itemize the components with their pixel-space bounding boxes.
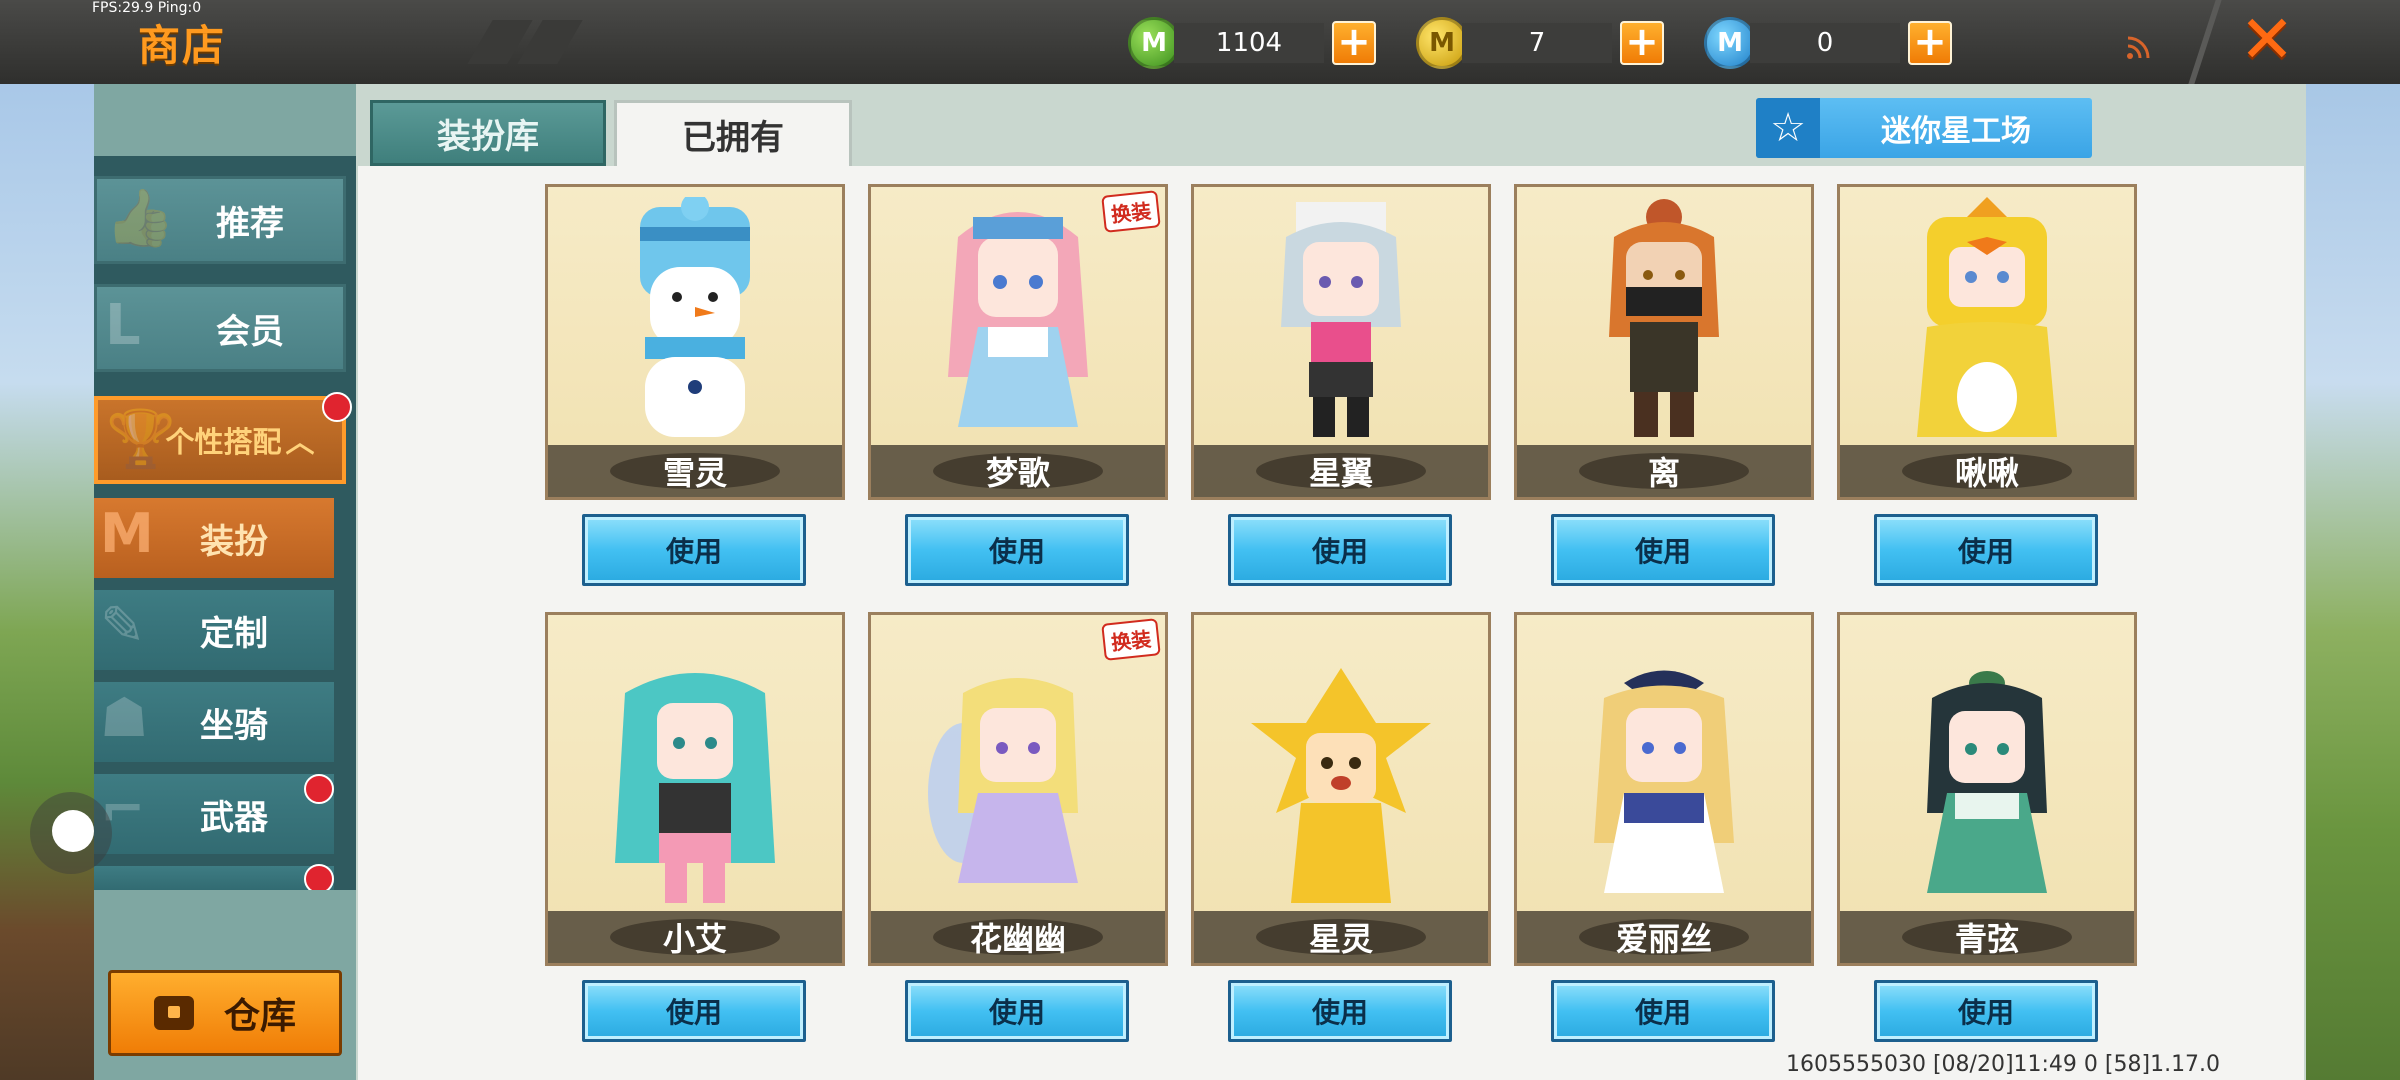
skin-card[interactable]: 星灵 [1191, 612, 1491, 966]
qing-xian-character-icon [1927, 671, 2047, 893]
member-l-icon: L [105, 293, 141, 358]
skin-card[interactable]: 啾啾 [1837, 184, 2137, 500]
sidebar-item-label: 武器 [200, 797, 268, 838]
skin-name: 小艾 [548, 911, 842, 963]
joystick-knob[interactable] [52, 810, 94, 852]
li-character-icon [1609, 199, 1719, 437]
skin-card[interactable]: 小艾 [545, 612, 845, 966]
skin-name: 爱丽丝 [1517, 911, 1811, 963]
sidebar-item-label: 个性搭配 [165, 425, 282, 459]
use-button[interactable]: 使用 [1228, 514, 1452, 586]
sidebar-subitem-weapon[interactable]: ⌐ 武器 [94, 774, 334, 854]
use-button[interactable]: 使用 [582, 514, 806, 586]
notification-dot [304, 774, 334, 804]
swap-outfit-badge: 换装 [1101, 618, 1161, 661]
skin-card[interactable]: 换装 花幽幽 [868, 612, 1168, 966]
flower-fairy-character-icon [928, 678, 1078, 883]
trophy-icon: 🏆 [106, 407, 176, 472]
skin-name: 离 [1517, 445, 1811, 497]
skin-card[interactable]: 星翼 [1191, 184, 1491, 500]
sidebar-subitem-custom[interactable]: ✎ 定制 [94, 590, 334, 670]
sidebar-item-label: 推荐 [216, 203, 284, 244]
dress-m-icon: M [100, 502, 154, 565]
tab-owned[interactable]: 已拥有 [614, 100, 852, 166]
skin-name: 星翼 [1194, 445, 1488, 497]
sidebar-item-member[interactable]: L 会员 [94, 284, 346, 372]
blue-coin-icon: M [1704, 17, 1756, 69]
mount-icon: ☗ [100, 686, 149, 749]
sidebar-header [94, 84, 356, 156]
currency-mini-beans: M 1104 + [1128, 16, 1376, 70]
skin-card[interactable]: 雪灵 [545, 184, 845, 500]
skin-name: 青弦 [1840, 911, 2134, 963]
sidebar-item-recommend[interactable]: 👍 推荐 [94, 176, 346, 264]
use-button[interactable]: 使用 [1551, 980, 1775, 1042]
add-mini-beans-button[interactable]: + [1332, 21, 1376, 65]
sidebar-item-label: 会员 [216, 311, 284, 352]
skin-card[interactable]: 离 [1514, 184, 1814, 500]
currency-value: 0 [1750, 23, 1900, 63]
currency-value: 1104 [1174, 23, 1324, 63]
sidebar-subitem-dress[interactable]: M 装扮 [94, 498, 334, 578]
skin-card[interactable]: 换装 梦歌 [868, 184, 1168, 500]
skin-name: 雪灵 [548, 445, 842, 497]
build-info: 1605555030 [08/20]11:49 0 [58]1.17.0 [1786, 1052, 2221, 1077]
skin-card[interactable]: 青弦 [1837, 612, 2137, 966]
gold-coin-icon: M [1416, 17, 1468, 69]
use-button[interactable]: 使用 [582, 980, 806, 1042]
use-button[interactable]: 使用 [1228, 980, 1452, 1042]
page-title: 商店 [138, 21, 227, 70]
use-button[interactable]: 使用 [905, 514, 1129, 586]
sidebar-item-label: 装扮 [200, 521, 268, 562]
pencil-icon: ✎ [100, 594, 146, 657]
warehouse-button[interactable]: 仓库 [108, 970, 342, 1056]
use-button[interactable]: 使用 [1874, 980, 2098, 1042]
green-coin-icon: M [1128, 17, 1180, 69]
workshop-label: 迷你星工场 [1881, 114, 2031, 149]
notification-dot [322, 392, 352, 422]
add-mini-coins-button[interactable]: + [1620, 21, 1664, 65]
snowman-character-icon [640, 197, 750, 437]
star-spirit-character-icon [1251, 668, 1431, 903]
dream-song-character-icon [948, 212, 1088, 427]
sidebar-item-personal-style[interactable]: 🏆 个性搭配 ︿ [94, 396, 346, 484]
skin-name: 梦歌 [871, 445, 1165, 497]
signal-icon [2127, 36, 2150, 59]
skin-name: 星灵 [1194, 911, 1488, 963]
tab-dressing-library[interactable]: 装扮库 [370, 100, 606, 166]
xiao-ai-character-icon [615, 673, 775, 903]
star-icon: ☆ [1756, 98, 1820, 158]
warehouse-label: 仓库 [223, 996, 296, 1037]
add-star-coins-button[interactable]: + [1908, 21, 1952, 65]
skin-card[interactable]: 爱丽丝 [1514, 612, 1814, 966]
thumbs-up-icon: 👍 [105, 186, 175, 251]
use-button[interactable]: 使用 [1874, 514, 2098, 586]
swap-outfit-badge: 换装 [1101, 190, 1161, 233]
mini-workshop-button[interactable]: ☆ 迷你星工场 [1756, 98, 2092, 158]
currency-star-coins: M 0 + [1704, 16, 1952, 70]
alice-character-icon [1594, 670, 1734, 893]
close-button[interactable]: ✕ [2236, 7, 2298, 73]
chest-icon [153, 996, 194, 1030]
skin-name: 花幽幽 [871, 911, 1165, 963]
skin-name: 啾啾 [1840, 445, 2134, 497]
currency-value: 7 [1462, 23, 1612, 63]
currency-mini-coins: M 7 + [1416, 16, 1664, 70]
chick-character-icon [1917, 197, 2057, 437]
sidebar-item-label: 定制 [200, 613, 268, 654]
chevron-up-icon: ︿ [285, 425, 315, 459]
star-wing-character-icon [1281, 202, 1401, 437]
sidebar-subitem-mount[interactable]: ☗ 坐骑 [94, 682, 334, 762]
sidebar-subitem-more[interactable] [94, 866, 334, 890]
use-button[interactable]: 使用 [1551, 514, 1775, 586]
background-scenery-right [2305, 84, 2400, 1080]
background-scenery-left [0, 84, 95, 1080]
use-button[interactable]: 使用 [905, 980, 1129, 1042]
sidebar-item-label: 坐骑 [200, 705, 268, 746]
